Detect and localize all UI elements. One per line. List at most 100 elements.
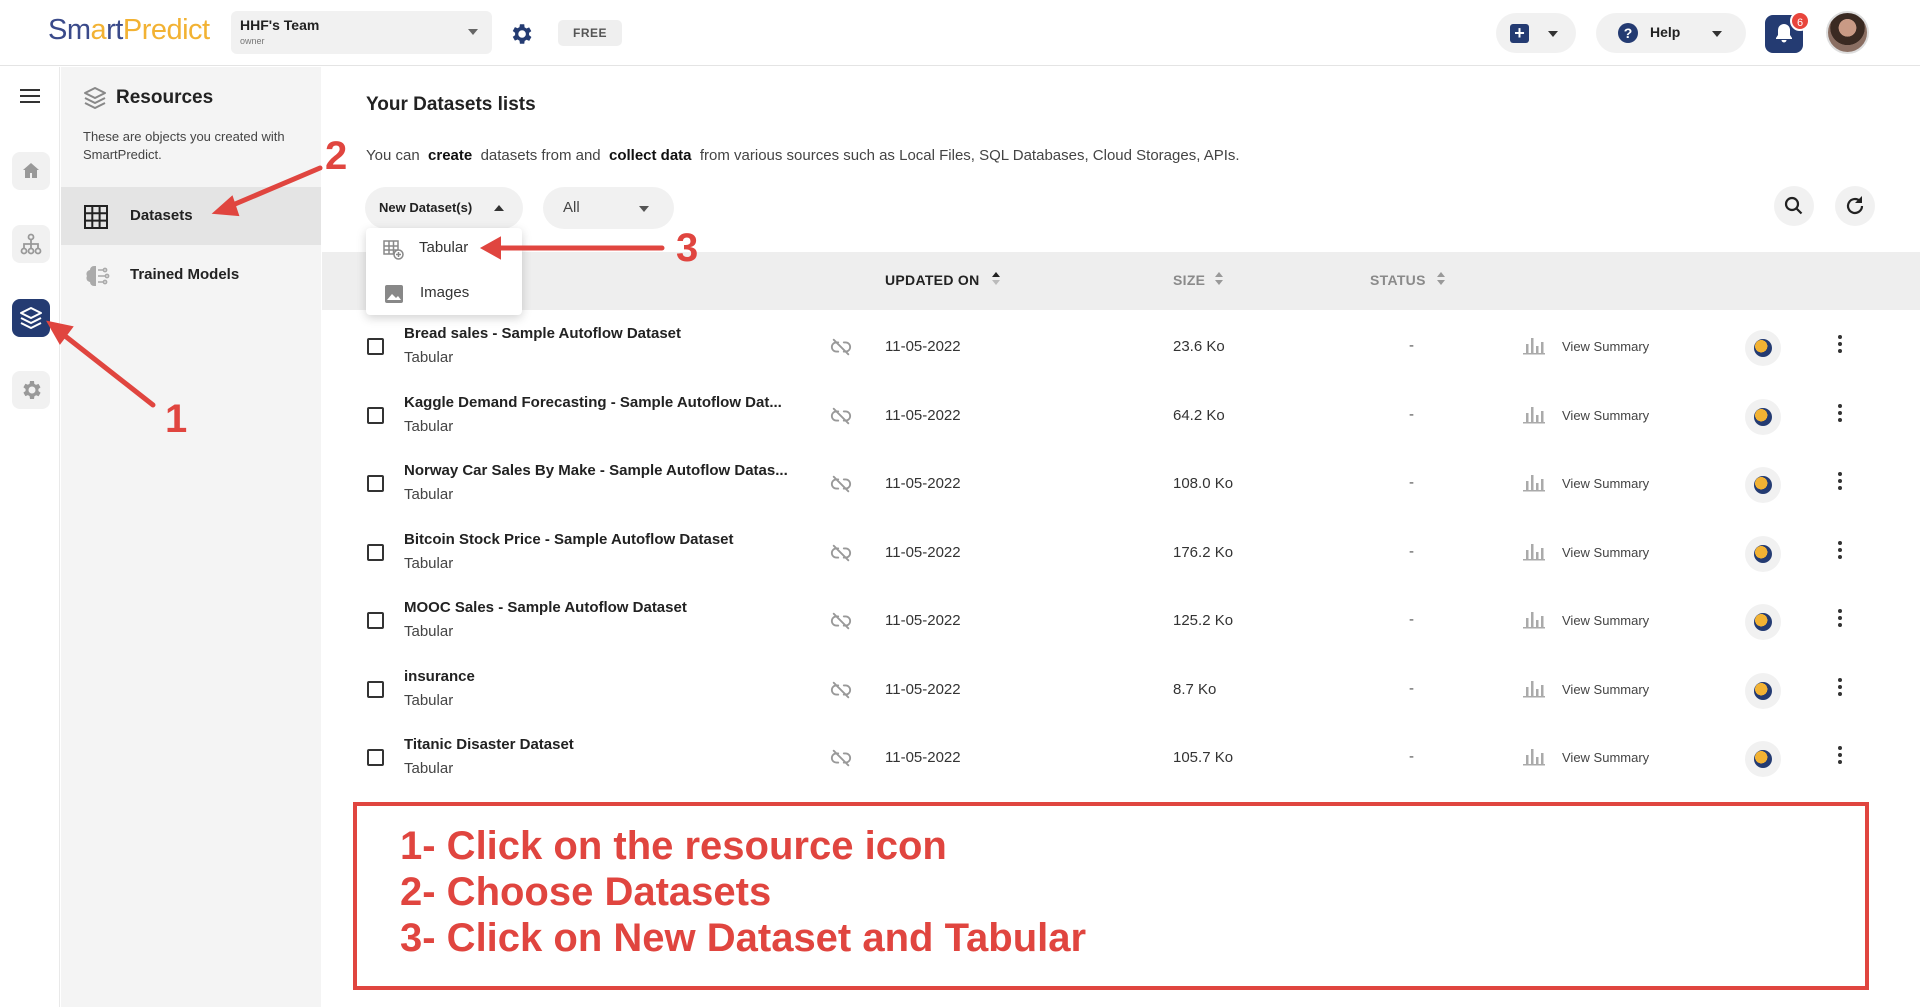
dataset-name[interactable]: Bitcoin Stock Price - Sample Autoflow Da… [404, 531, 734, 548]
view-summary-link[interactable]: View Summary [1562, 613, 1649, 628]
rail-resources-button[interactable] [12, 299, 50, 337]
bar-chart-icon[interactable] [1522, 608, 1546, 630]
dataset-name[interactable]: MOOC Sales - Sample Autoflow Dataset [404, 599, 687, 616]
hamburger-menu-icon[interactable] [20, 89, 40, 105]
table-row[interactable]: MOOC Sales - Sample Autoflow Dataset Tabu… [322, 587, 1920, 655]
row-checkbox[interactable] [367, 749, 384, 766]
resource-item-datasets[interactable]: Datasets [61, 187, 321, 245]
bar-chart-icon[interactable] [1522, 540, 1546, 562]
notifications-button[interactable]: 6 [1765, 11, 1810, 53]
image-icon [385, 285, 403, 303]
unlink-icon[interactable] [830, 542, 852, 564]
dataset-name[interactable]: Norway Car Sales By Make - Sample Autofl… [404, 462, 788, 479]
autoflow-button[interactable] [1745, 672, 1781, 709]
team-selector[interactable]: HHF's Team owner [231, 11, 492, 54]
more-options-icon[interactable] [1837, 540, 1843, 563]
view-summary-link[interactable]: View Summary [1562, 682, 1649, 697]
table-row[interactable]: Kaggle Demand Forecasting - Sample Autof… [322, 382, 1920, 450]
bar-chart-icon[interactable] [1522, 403, 1546, 425]
view-summary-link[interactable]: View Summary [1562, 545, 1649, 560]
more-options-icon[interactable] [1837, 335, 1843, 357]
bar-chart-icon[interactable] [1522, 745, 1546, 767]
new-dataset-button[interactable]: New Dataset(s) [365, 187, 523, 229]
new-dataset-label: New Dataset(s) [379, 200, 473, 215]
autoflow-button[interactable] [1745, 330, 1781, 366]
unlink-icon[interactable] [830, 405, 852, 427]
refresh-button[interactable] [1835, 186, 1875, 226]
sort-asc-icon[interactable] [992, 272, 1000, 286]
rail-home-button[interactable] [12, 152, 50, 190]
avatar[interactable] [1826, 11, 1869, 54]
table-row[interactable]: Norway Car Sales By Make - Sample Autofl… [322, 450, 1920, 518]
unlink-icon[interactable] [830, 747, 852, 769]
more-options-icon[interactable] [1837, 403, 1843, 426]
rail-flow-button[interactable] [12, 225, 50, 263]
row-checkbox[interactable] [367, 406, 384, 424]
help-button[interactable]: ? Help [1596, 13, 1746, 53]
dataset-size: 125.2 Ko [1173, 612, 1234, 629]
gear-icon[interactable] [508, 21, 534, 47]
rail-settings-button[interactable] [12, 371, 50, 409]
row-checkbox[interactable] [367, 680, 384, 698]
table-row[interactable]: Titanic Disaster Dataset Tabular 11-05-202… [322, 724, 1920, 792]
table-row[interactable]: Bitcoin Stock Price - Sample Autoflow Da… [322, 519, 1920, 587]
sort-icon[interactable] [1215, 272, 1223, 286]
dataset-size: 105.7 Ko [1173, 749, 1234, 766]
unlink-icon[interactable] [830, 473, 852, 495]
resource-item-label: Trained Models [130, 266, 240, 283]
home-icon [23, 163, 39, 178]
column-size[interactable]: SIZE [1173, 272, 1205, 288]
smartpredict-logo[interactable]: SmartPredict [48, 14, 210, 47]
bar-chart-icon[interactable] [1522, 471, 1546, 493]
bar-chart-icon[interactable] [1522, 334, 1546, 356]
unlink-icon[interactable] [830, 610, 852, 632]
view-summary-link[interactable]: View Summary [1562, 339, 1649, 354]
more-options-icon[interactable] [1837, 472, 1843, 494]
dropdown-item-images[interactable]: Images [366, 273, 522, 313]
row-checkbox[interactable] [367, 612, 384, 629]
hierarchy-icon [20, 233, 42, 255]
more-options-icon[interactable] [1837, 677, 1843, 700]
table-row[interactable]: insurance Tabular 11-05-2022 8.7 Ko - View Su… [322, 656, 1920, 724]
dataset-name[interactable]: Bread sales - Sample Autoflow Dataset [404, 325, 681, 342]
plus-icon: + [1510, 24, 1529, 43]
view-summary-link[interactable]: View Summary [1562, 750, 1649, 765]
dataset-name[interactable]: insurance [404, 668, 475, 685]
dataset-status: - [1409, 337, 1414, 354]
row-checkbox[interactable] [367, 338, 384, 355]
search-button[interactable] [1774, 186, 1814, 226]
resource-item-label: Datasets [130, 207, 193, 224]
row-checkbox[interactable] [367, 543, 384, 561]
resources-title: Resources [116, 87, 214, 108]
sort-icon[interactable] [1437, 272, 1445, 286]
view-summary-link[interactable]: View Summary [1562, 476, 1649, 491]
unlink-icon[interactable] [830, 679, 852, 701]
dataset-name[interactable]: Kaggle Demand Forecasting - Sample Autof… [404, 394, 782, 411]
resource-item-trained-models[interactable]: Trained Models [61, 246, 321, 304]
more-options-icon[interactable] [1837, 746, 1843, 768]
more-options-icon[interactable] [1837, 609, 1843, 631]
page-title: Your Datasets lists [366, 94, 536, 115]
autoflow-button[interactable] [1745, 467, 1781, 503]
autoflow-button[interactable] [1745, 741, 1781, 777]
add-menu-button[interactable]: + [1496, 13, 1576, 53]
updated-date: 11-05-2022 [885, 475, 961, 492]
autoflow-icon [1754, 407, 1772, 426]
table-row[interactable]: Bread sales - Sample Autoflow Dataset Tab… [322, 313, 1920, 381]
new-dataset-dropdown: Tabular Images [366, 228, 522, 315]
column-updated-on[interactable]: UPDATED ON [885, 272, 980, 288]
resources-panel: Resources These are objects you created … [61, 67, 321, 1007]
column-status[interactable]: STATUS [1370, 272, 1426, 288]
view-summary-link[interactable]: View Summary [1562, 408, 1649, 423]
dropdown-item-tabular[interactable]: Tabular [366, 228, 522, 268]
team-name: HHF's Team [240, 17, 320, 33]
unlink-icon[interactable] [830, 336, 852, 358]
row-checkbox[interactable] [367, 475, 384, 492]
dataset-name[interactable]: Titanic Disaster Dataset [404, 736, 574, 753]
bar-chart-icon[interactable] [1522, 677, 1546, 699]
autoflow-button[interactable] [1745, 604, 1781, 640]
autoflow-button[interactable] [1745, 535, 1781, 572]
autoflow-button[interactable] [1745, 398, 1781, 435]
app-window: SmartPredict HHF's Team owner FREE + ? H… [0, 0, 1920, 1007]
filter-select[interactable]: All [543, 187, 674, 229]
